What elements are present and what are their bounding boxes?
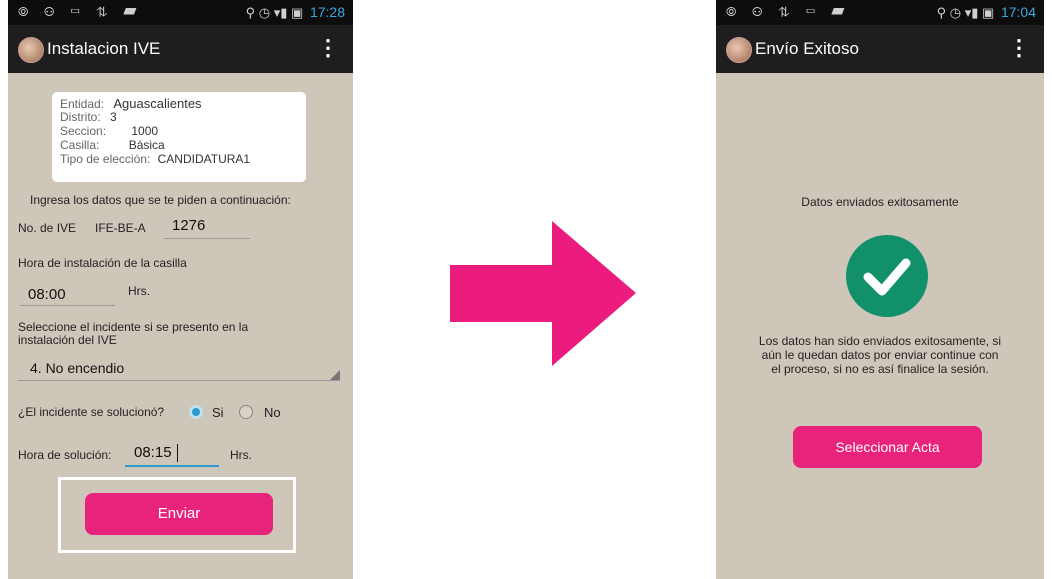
casilla-row: Casilla: Básica xyxy=(60,138,165,152)
dropdown-triangle-icon xyxy=(330,370,340,380)
action-bar: Instalacion IVE ⋮ xyxy=(8,25,353,73)
ive-label: No. de IVE xyxy=(18,221,77,235)
app-logo-icon[interactable] xyxy=(18,37,44,63)
system-icons: ⚲ ◷ ▾▮ ▣ 17:04 xyxy=(937,4,1036,21)
system-icons: ⚲ ◷ ▾▮ ▣ 17:28 xyxy=(246,4,345,21)
dropdown-underline xyxy=(18,380,340,381)
status-bar: ⦾ ⚇ ▭ ⇅ ▰ ⚲ ◷ ▾▮ ▣ 17:28 xyxy=(8,0,353,25)
notification-icons: ⦾ ⚇ ⇅ ▭ ▰ xyxy=(726,4,851,19)
success-title: Datos enviados exitosamente xyxy=(801,195,959,209)
seccion-row: Seccion: 1000 xyxy=(60,124,158,138)
seccion-value: 1000 xyxy=(131,124,159,138)
clock: 17:28 xyxy=(309,4,345,20)
success-message-line1: Los datos han sido enviados exitosamente… xyxy=(758,334,1002,348)
tipo-eleccion-value: CANDIDATURA1 xyxy=(157,152,251,166)
seleccionar-acta-button[interactable]: Seleccionar Acta xyxy=(793,426,982,468)
polling-station-info-card: Entidad: Aguascalientes Distrito: 3 Secc… xyxy=(52,92,306,182)
hora-solucion-underline xyxy=(125,465,219,467)
distrito-label: Distrito: xyxy=(60,110,101,124)
success-message-line2: aún le quedan datos por enviar continue … xyxy=(761,348,999,362)
overflow-menu-icon[interactable]: ⋮ xyxy=(317,37,339,59)
casilla-label: Casilla: xyxy=(60,138,100,152)
hora-solucion-label: Hora de solución: xyxy=(18,448,112,462)
form-intro-text: Ingresa los datos que se te piden a cont… xyxy=(30,193,291,207)
clock: 17:04 xyxy=(1000,4,1036,20)
screen-title: Instalacion IVE xyxy=(47,39,161,58)
notification-icons: ⦾ ⚇ ▭ ⇅ ▰ xyxy=(18,4,143,19)
incidente-dropdown[interactable]: 4. No encendio xyxy=(18,356,340,382)
incidente-selected-value: 4. No encendio xyxy=(30,360,125,376)
entidad-row: Entidad: Aguascalientes xyxy=(60,96,202,111)
casilla-value: Básica xyxy=(128,138,165,152)
overflow-menu-icon[interactable]: ⋮ xyxy=(1008,37,1030,59)
ive-number-input[interactable]: 1276 xyxy=(172,217,205,234)
checkmark-icon xyxy=(863,258,911,296)
hora-instalacion-label: Hora de instalación de la casilla xyxy=(18,256,187,270)
hora-instalacion-underline xyxy=(20,305,115,306)
incidente-label-line2: instalación del IVE xyxy=(18,333,117,347)
hora-instalacion-input[interactable]: 08:00 xyxy=(28,286,66,303)
screen-title: Envío Exitoso xyxy=(755,39,859,58)
text-cursor xyxy=(177,444,178,462)
si-label: Si xyxy=(212,405,224,420)
success-message-line3: el proceso, si no es así finalice la ses… xyxy=(771,362,989,376)
hora-solucion-input[interactable]: 08:15 xyxy=(134,444,172,461)
tipo-eleccion-row: Tipo de elección: CANDIDATURA1 xyxy=(60,152,250,166)
app-logo-icon[interactable] xyxy=(726,37,752,63)
action-bar: Envío Exitoso ⋮ xyxy=(716,25,1044,73)
highlight-frame xyxy=(58,477,296,553)
right-arrow-icon xyxy=(450,221,636,366)
tipo-eleccion-label: Tipo de elección: xyxy=(60,152,151,166)
si-radio[interactable] xyxy=(189,405,203,419)
distrito-value: 3 xyxy=(110,110,117,124)
entidad-value: Aguascalientes xyxy=(113,96,202,111)
status-icons: ⚲ ◷ ▾▮ ▣ xyxy=(936,5,995,20)
distrito-row: Distrito: 3 xyxy=(60,110,117,124)
status-icons: ⚲ ◷ ▾▮ ▣ xyxy=(245,5,304,20)
incidente-label-line1: Seleccione el incidente si se presento e… xyxy=(18,320,249,334)
solucionado-label: ¿El incidente se solucionó? xyxy=(18,405,165,419)
hrs-label-2: Hrs. xyxy=(230,448,252,462)
hrs-label: Hrs. xyxy=(128,284,150,298)
no-radio[interactable] xyxy=(239,405,253,419)
success-badge xyxy=(846,235,928,317)
ive-prefix: IFE-BE-A xyxy=(95,221,146,235)
seccion-label: Seccion: xyxy=(60,124,107,138)
no-label: No xyxy=(264,405,281,420)
entidad-label: Entidad: xyxy=(60,97,105,111)
status-bar: ⦾ ⚇ ⇅ ▭ ▰ ⚲ ◷ ▾▮ ▣ 17:04 xyxy=(716,0,1044,25)
ive-input-underline xyxy=(164,238,250,239)
